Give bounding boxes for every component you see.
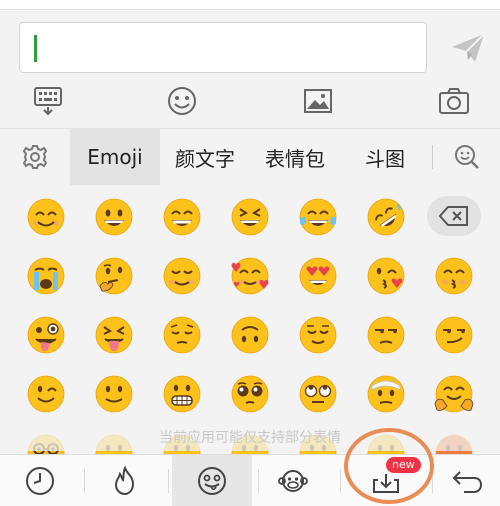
emoji-pensive[interactable]: [162, 315, 202, 355]
emoji-thinking[interactable]: [94, 256, 134, 296]
emoji-unamused[interactable]: [366, 315, 406, 355]
tab-meme[interactable]: 斗图: [340, 129, 430, 185]
monkey-button[interactable]: [262, 455, 324, 506]
keyboard-hide-button[interactable]: [30, 84, 66, 118]
category-bar: [0, 454, 500, 506]
emoji-hearts-face[interactable]: [230, 256, 270, 296]
emoji-kissing-closed[interactable]: [434, 256, 474, 296]
keyboard-hide-icon: [34, 87, 62, 116]
emoji-squinting[interactable]: [230, 197, 270, 237]
tab-kaomoji[interactable]: 颜文字: [160, 129, 250, 185]
emoji-crying[interactable]: [26, 256, 66, 296]
recent-button[interactable]: [9, 455, 71, 506]
emoji-bandage[interactable]: [366, 374, 406, 414]
emoji-heart-eyes[interactable]: [298, 256, 338, 296]
emoji-grinning[interactable]: [94, 197, 134, 237]
image-icon: [304, 89, 332, 113]
text-caret: [34, 35, 37, 62]
back-icon: [452, 471, 483, 493]
search-emoji-button[interactable]: [444, 129, 490, 185]
bar-divider: [258, 469, 259, 493]
emoji-beaming[interactable]: [162, 197, 202, 237]
emoji-smiling-eyes[interactable]: [26, 197, 66, 237]
emoji-category-icon: [198, 467, 226, 495]
bar-divider: [340, 469, 341, 493]
emoji-keyboard-screen: Emoji 颜文字 表情包 斗图 当前应用可能仅支持部分表情 new: [0, 0, 500, 506]
bar-divider: [432, 469, 433, 493]
message-input[interactable]: [19, 22, 427, 73]
emoji-pleading[interactable]: [230, 374, 270, 414]
flame-icon: [114, 465, 135, 496]
hot-button[interactable]: [94, 455, 156, 506]
image-button[interactable]: [300, 84, 336, 118]
emoji-relaxed[interactable]: [162, 256, 202, 296]
tab-sticker-pack[interactable]: 表情包: [250, 129, 340, 185]
emoji-hugging[interactable]: [434, 374, 474, 414]
delete-icon: [438, 206, 468, 226]
send-button[interactable]: [448, 31, 488, 65]
emoji-wink[interactable]: [26, 374, 66, 414]
emoji-upside-down[interactable]: [230, 315, 270, 355]
emoji-tabs: Emoji 颜文字 表情包 斗图: [0, 128, 500, 185]
compatibility-notice: 当前应用可能仅支持部分表情: [0, 425, 500, 451]
tab-sticker-pack-label: 表情包: [265, 146, 325, 171]
emoji-smirk[interactable]: [434, 315, 474, 355]
emoji-grimacing[interactable]: [162, 374, 202, 414]
bar-divider: [84, 469, 85, 493]
emoji-kissing-heart[interactable]: [366, 256, 406, 296]
clock-icon: [26, 467, 54, 495]
emoji-eye-roll[interactable]: [298, 374, 338, 414]
emoji-relieved[interactable]: [298, 315, 338, 355]
back-button[interactable]: [436, 455, 498, 506]
delete-button[interactable]: [427, 196, 481, 236]
tabs-divider: [432, 145, 433, 169]
top-edge: [0, 0, 500, 10]
tab-emoji[interactable]: Emoji: [70, 129, 160, 185]
camera-icon: [439, 88, 469, 114]
send-icon: [452, 33, 485, 62]
monkey-icon: [278, 470, 308, 492]
camera-button[interactable]: [436, 84, 472, 118]
smiley-icon: [168, 87, 196, 115]
input-row: [0, 11, 500, 81]
emoji-rofl[interactable]: [366, 197, 406, 237]
emoji-slight-smile[interactable]: [94, 374, 134, 414]
tab-meme-label: 斗图: [365, 146, 405, 171]
new-badge: new: [386, 457, 421, 473]
tab-emoji-label: Emoji: [87, 145, 143, 169]
emoji-squint-tongue[interactable]: [94, 315, 134, 355]
bar-divider: [168, 469, 169, 493]
smiley-button[interactable]: [164, 84, 200, 118]
emoji-joy-tears[interactable]: [298, 197, 338, 237]
tools-row: [0, 82, 500, 122]
emoji-grid: [0, 186, 500, 454]
tab-kaomoji-label: 颜文字: [175, 146, 235, 171]
search-emoji-icon: [455, 145, 479, 169]
settings-button[interactable]: [12, 129, 58, 185]
gear-icon: [22, 145, 48, 169]
emoji-zany[interactable]: [26, 315, 66, 355]
emoji-category-button[interactable]: [172, 455, 252, 506]
